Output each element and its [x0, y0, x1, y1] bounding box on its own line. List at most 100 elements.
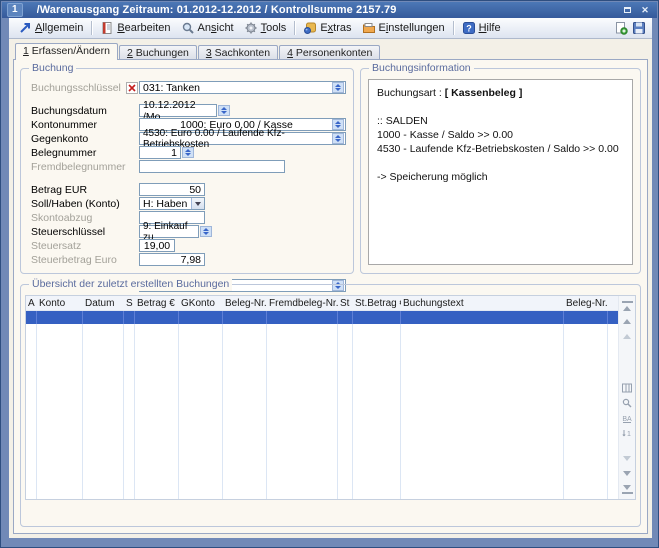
grid-columns-icon[interactable] [622, 382, 633, 393]
gegenkonto-combobox[interactable]: 4530: Euro 0.00 / Laufende Kfz-Betriebsk… [139, 132, 346, 145]
new-document-button[interactable] [612, 20, 630, 37]
field-row-buchungsdatum: Buchungsdatum 10.12.2012 /Mo [31, 104, 346, 117]
group-buchung-legend: Buchung [29, 62, 76, 75]
buchungsschluessel-spinner[interactable] [332, 82, 344, 93]
grid-page-up-icon[interactable] [622, 316, 633, 327]
grid-goto-last-icon[interactable] [622, 483, 633, 494]
restore-window-button[interactable] [620, 4, 634, 16]
column-header[interactable]: Buchungstext [401, 298, 564, 309]
selected-empty-row[interactable] [26, 311, 618, 324]
menu-label: Allgemein [35, 22, 83, 34]
bookings-grid: A Konto Datum S Betrag € GKonto Beleg-Nr… [25, 295, 636, 500]
menu-item-einstellungen[interactable]: Einstellungen [357, 20, 450, 36]
field-row-buchungsschluessel: Buchungsschlüssel 031: Tanken [31, 81, 346, 94]
extras-gem-icon [303, 21, 317, 35]
magnifier-icon [181, 21, 195, 35]
menu-label: Bearbeiten [117, 22, 170, 34]
grid-bookmark-icon[interactable]: BA [622, 412, 633, 423]
column-header[interactable]: Beleg-Nr. [223, 298, 267, 309]
tab-personenkonten[interactable]: 4 Personenkonten [279, 45, 380, 60]
menu-item-hilfe[interactable]: ? Hilfe [457, 20, 506, 36]
window-index-badge: 1 [7, 3, 23, 17]
menu-item-ansicht[interactable]: Ansicht [176, 20, 239, 36]
column-header[interactable]: S [124, 298, 135, 309]
field-row-gegenkonto: Gegenkonto 4530: Euro 0.00 / Laufende Kf… [31, 132, 346, 145]
column-header[interactable]: A [26, 298, 37, 309]
column-header[interactable]: Fremdbeleg-Nr. [267, 298, 338, 309]
grid-page-down-icon[interactable] [622, 468, 633, 479]
column-header[interactable]: Konto [37, 298, 83, 309]
grid-side-toolbar: BA 1 [618, 296, 635, 499]
app-window: 1 /Warenausgang Zeitraum: 01.2012-12.201… [0, 0, 659, 548]
menu-item-allgemein[interactable]: Allgemein [13, 20, 88, 36]
save-button[interactable] [630, 20, 648, 37]
field-row-betrag: Betrag EUR 50 [31, 183, 346, 196]
menu-bar: Allgemein Bearbeiten Ansicht Tools [9, 18, 652, 39]
help-icon: ? [462, 21, 476, 35]
grid-row-down-icon[interactable] [622, 453, 633, 464]
column-header[interactable]: Beleg-Nr.2 [564, 298, 608, 309]
field-row-steuerschluessel: Steuerschlüssel 9: Einkauf zu [31, 225, 346, 238]
settings-folder-icon [362, 21, 376, 35]
steuerschluessel-combobox[interactable]: 9: Einkauf zu [139, 225, 199, 238]
grid-row-up-icon[interactable] [622, 331, 633, 342]
menu-label: Hilfe [479, 22, 501, 34]
fremdbelegnummer-input[interactable] [139, 160, 285, 173]
column-header[interactable]: Betrag € [135, 298, 179, 309]
kontonummer-spinner[interactable] [332, 119, 344, 130]
column-header[interactable]: St [338, 298, 353, 309]
red-x-icon [128, 84, 136, 92]
grid-goto-first-icon[interactable] [622, 301, 633, 312]
menu-separator [453, 21, 454, 35]
clear-buchungsschluessel-button[interactable] [126, 82, 138, 94]
steuerschluessel-spinner[interactable] [200, 226, 212, 237]
column-header[interactable]: St.Betrag € [353, 298, 401, 309]
buchungsschluessel-combobox[interactable]: 031: Tanken [139, 81, 346, 94]
svg-text:BA: BA [622, 416, 632, 423]
svg-text:?: ? [466, 24, 472, 34]
title-bar: 1 /Warenausgang Zeitraum: 01.2012-12.201… [2, 2, 657, 18]
grid-sort-icon[interactable]: 1 [622, 427, 633, 438]
menu-item-extras[interactable]: Extras [298, 20, 356, 36]
belegnummer-input[interactable]: 1 [139, 146, 181, 159]
menu-label: Ansicht [198, 22, 234, 34]
buchungsdatum-input[interactable]: 10.12.2012 /Mo [139, 104, 217, 117]
tab-buchungen[interactable]: 2 Buchungen [119, 45, 197, 60]
sollhaben-dropdown[interactable]: H: Haben [139, 197, 205, 210]
menu-item-bearbeiten[interactable]: Bearbeiten [95, 20, 175, 36]
buchungsdatum-spinner[interactable] [218, 105, 230, 116]
field-label: Gegenkonto [31, 133, 126, 145]
steuerbetrag-input[interactable]: 7,98 [139, 253, 205, 266]
tab-sachkonten[interactable]: 3 Sachkonten [198, 45, 278, 60]
buchungsschluessel-value: 031: Tanken [143, 82, 200, 94]
chevron-down-icon[interactable] [191, 198, 204, 209]
menu-label: Tools [261, 22, 287, 34]
new-document-icon [614, 21, 628, 35]
status-line: -> Speicherung möglich [377, 170, 624, 184]
menu-separator [294, 21, 295, 35]
close-window-button[interactable]: ✕ [638, 4, 652, 16]
content-area: 1 Erfassen/Ändern 2 Buchungen 3 Sachkont… [9, 39, 652, 538]
group-uebersicht: Übersicht der zuletzt erstellten Buchung… [20, 284, 641, 527]
column-header[interactable]: GKonto [179, 298, 223, 309]
field-label: Steuersatz [31, 240, 126, 252]
group-info-legend: Buchungsinformation [369, 62, 474, 75]
betrag-input[interactable]: 50 [139, 183, 205, 196]
menu-item-tools[interactable]: Tools [239, 20, 292, 36]
menu-label: Einstellungen [379, 22, 445, 34]
column-header[interactable]: Datum [83, 298, 124, 309]
saldo-line-4530: 4530 - Laufende Kfz-Betriebskosten / Sal… [377, 142, 624, 156]
booking-info-box: Buchungsart : [ Kassenbeleg ] :: SALDEN … [368, 79, 633, 265]
tab-erfassen-aendern[interactable]: 1 Erfassen/Ändern [15, 43, 118, 60]
tab-panel: Buchung Buchungsschlüssel 031: Tanken [13, 59, 648, 534]
save-disk-icon [632, 21, 646, 35]
steuersatz-input[interactable]: 19,00 [139, 239, 175, 252]
field-row-fremdbelegnummer: Fremdbelegnummer [31, 160, 346, 173]
grid-body-empty[interactable] [26, 324, 618, 499]
gegenkonto-spinner[interactable] [332, 133, 344, 144]
field-label: Buchungsdatum [31, 105, 126, 117]
svg-text:1: 1 [627, 431, 631, 438]
window-title: /Warenausgang Zeitraum: 01.2012-12.2012 … [37, 4, 616, 16]
buchungsart-value: [ Kassenbeleg ] [445, 87, 523, 99]
grid-search-icon[interactable] [622, 397, 633, 408]
